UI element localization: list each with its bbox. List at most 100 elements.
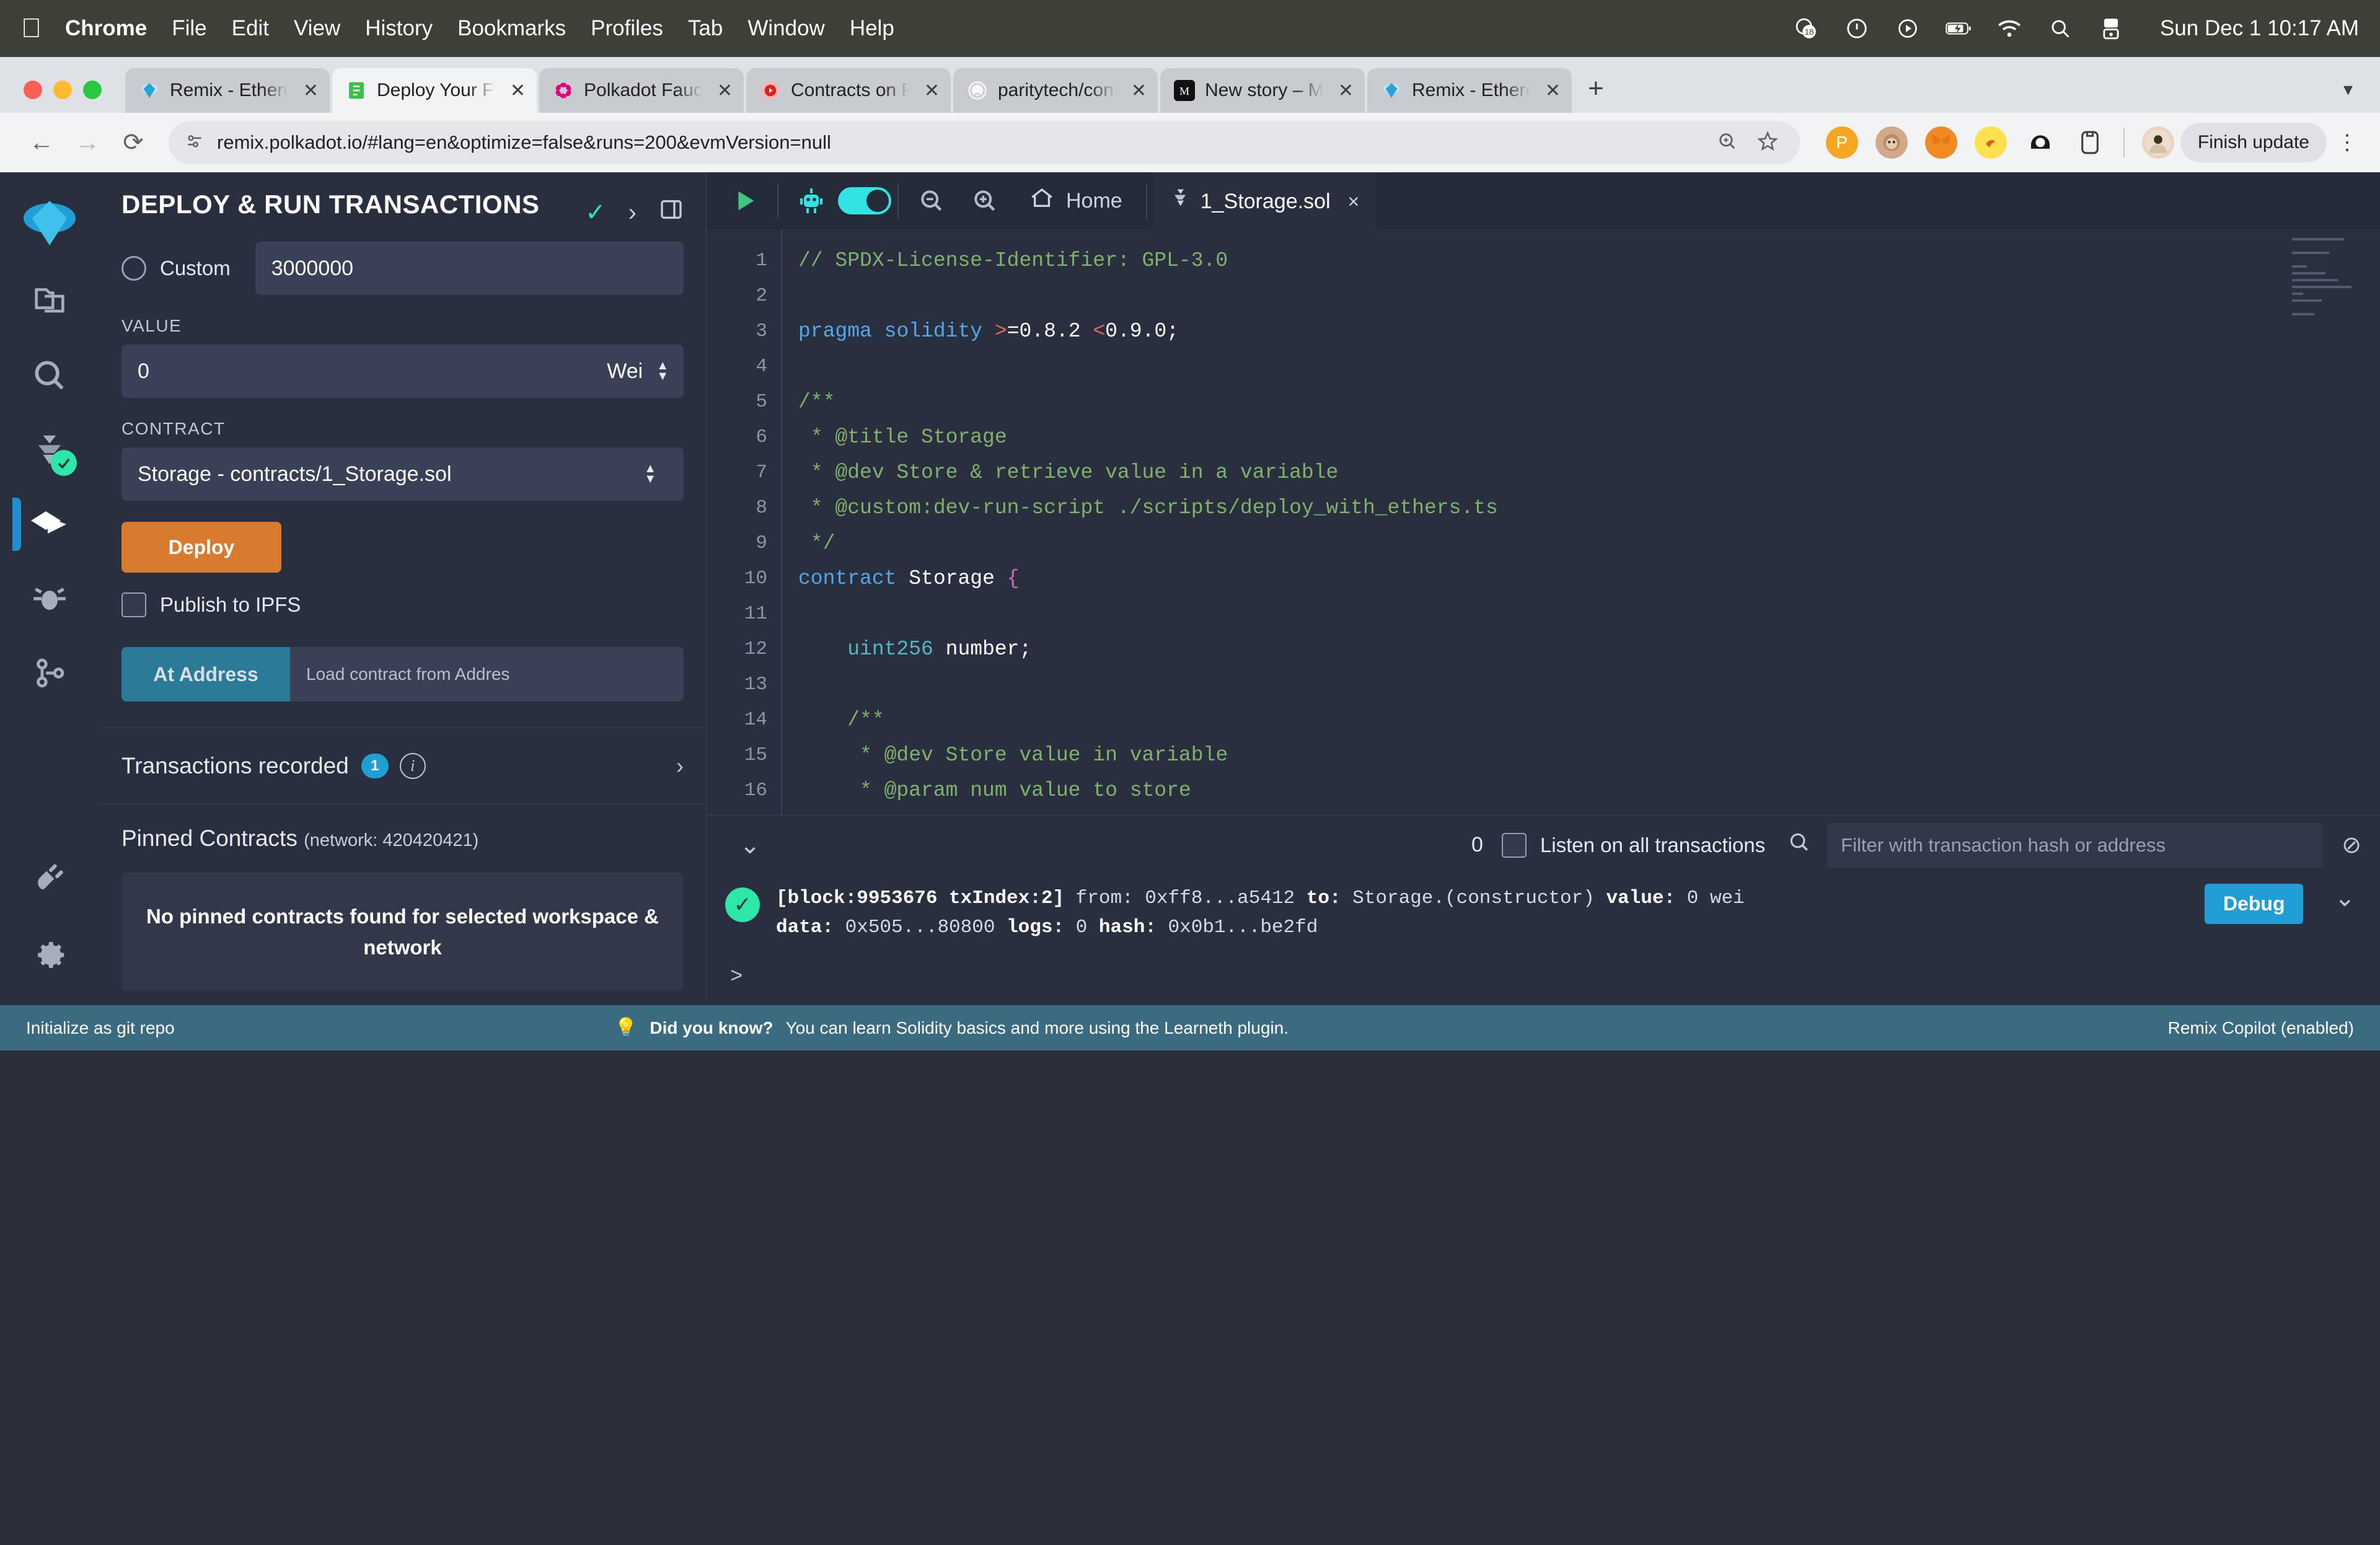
- screen-mirroring-icon[interactable]: [2098, 15, 2124, 42]
- wallet-black-icon[interactable]: [2024, 126, 2056, 159]
- phantom-wallet-icon[interactable]: P: [1825, 126, 1858, 159]
- publish-ipfs-checkbox[interactable]: [121, 592, 146, 617]
- code-line[interactable]: * @dev Store & retrieve value in a varia…: [798, 455, 2380, 490]
- run-script-icon[interactable]: [718, 172, 771, 229]
- solidity-compiler-icon[interactable]: [12, 413, 87, 487]
- spotlight-search-icon[interactable]: [2047, 15, 2073, 42]
- window-minimize-button[interactable]: [53, 81, 72, 99]
- site-settings-icon[interactable]: [183, 130, 206, 156]
- terminal-prompt[interactable]: >: [707, 953, 2380, 1005]
- debugger-icon[interactable]: [12, 561, 87, 636]
- forward-button[interactable]: →: [64, 120, 110, 165]
- menu-file[interactable]: File: [172, 16, 206, 41]
- value-input[interactable]: 0: [121, 345, 596, 398]
- bookmark-star-icon[interactable]: [1756, 130, 1779, 156]
- zoom-icon[interactable]: [1717, 131, 1738, 155]
- close-icon[interactable]: ✕: [298, 80, 319, 102]
- deploy-button[interactable]: Deploy: [121, 522, 281, 573]
- finish-update-button[interactable]: Finish update: [2180, 123, 2327, 162]
- code-line[interactable]: [798, 596, 2380, 632]
- tab-polkadot-faucet[interactable]: Polkadot Faucet ✕: [539, 68, 744, 113]
- battery-charging-icon[interactable]: [1946, 15, 1972, 42]
- code-line[interactable]: */: [798, 808, 2380, 815]
- window-zoom-button[interactable]: [83, 81, 102, 99]
- no-entry-icon[interactable]: ⊘: [2342, 831, 2361, 859]
- code-line[interactable]: contract Storage {: [798, 561, 2380, 596]
- profile-avatar-icon[interactable]: [2141, 126, 2174, 159]
- close-icon[interactable]: ✕: [919, 80, 940, 102]
- menu-history[interactable]: History: [365, 16, 433, 41]
- git-branch-icon[interactable]: [12, 636, 87, 710]
- contract-select[interactable]: Storage - contracts/1_Storage.sol ▲ ▼: [121, 447, 684, 501]
- ai-toggle[interactable]: [838, 172, 891, 229]
- metamask-fox-icon[interactable]: [1924, 126, 1957, 159]
- copilot-status[interactable]: Remix Copilot (enabled): [2168, 1018, 2354, 1038]
- code-line[interactable]: * @param num value to store: [798, 773, 2380, 808]
- at-address-button[interactable]: At Address: [121, 647, 290, 702]
- code-line[interactable]: uint256 number;: [798, 632, 2380, 667]
- editor-minimap[interactable]: [2292, 238, 2366, 343]
- chevron-right-icon[interactable]: ›: [628, 199, 637, 227]
- code-line[interactable]: [798, 349, 2380, 384]
- rabby-wallet-icon[interactable]: [1974, 126, 2007, 159]
- code-line[interactable]: * @dev Store value in variable: [798, 737, 2380, 773]
- tab-contracts-on-polkadot[interactable]: Contracts on Polkad ✕: [746, 68, 951, 113]
- value-unit-select[interactable]: Wei: [596, 345, 650, 398]
- contract-select-stepper[interactable]: ▲ ▼: [638, 462, 671, 485]
- control-center-icon[interactable]: [1844, 15, 1870, 42]
- menu-chrome[interactable]: Chrome: [65, 16, 147, 41]
- search-icon[interactable]: [1787, 830, 1811, 860]
- remix-home-icon[interactable]: [12, 186, 87, 260]
- transactions-recorded-row[interactable]: Transactions recorded 1 i ›: [121, 728, 684, 804]
- back-button[interactable]: ←: [19, 120, 64, 165]
- reload-button[interactable]: ⟳: [110, 120, 156, 165]
- panel-layout-icon[interactable]: [659, 197, 684, 228]
- now-playing-icon[interactable]: [1895, 15, 1921, 42]
- code-line[interactable]: [798, 278, 2380, 314]
- code-line[interactable]: /**: [798, 702, 2380, 737]
- close-icon[interactable]: ✕: [1540, 80, 1561, 102]
- zoom-out-icon[interactable]: [905, 172, 958, 229]
- tab-remix-1[interactable]: Remix - Ethereum ID ✕: [125, 68, 330, 113]
- menu-bookmarks[interactable]: Bookmarks: [457, 16, 566, 41]
- code-line[interactable]: */: [798, 526, 2380, 561]
- close-icon[interactable]: ✕: [1333, 80, 1354, 102]
- pocket-icon[interactable]: [2074, 126, 2106, 159]
- value-unit-stepper[interactable]: ▲ ▼: [650, 345, 684, 398]
- monkey-avatar-icon[interactable]: [1875, 126, 1908, 159]
- code-line[interactable]: /**: [798, 384, 2380, 420]
- code-line[interactable]: pragma solidity >=0.8.2 <0.9.0;: [798, 314, 2380, 349]
- settings-gear-icon[interactable]: [12, 916, 87, 990]
- menu-edit[interactable]: Edit: [232, 16, 269, 41]
- zoom-in-icon[interactable]: [958, 172, 1011, 229]
- transaction-filter-input[interactable]: Filter with transaction hash or address: [1827, 822, 2324, 868]
- menu-window[interactable]: Window: [747, 16, 824, 41]
- custom-gas-radio[interactable]: [121, 256, 146, 281]
- tab-deploy-first-contract[interactable]: Deploy Your First Co ✕: [332, 68, 537, 113]
- gas-limit-input[interactable]: 3000000: [255, 242, 684, 295]
- kebab-menu-icon[interactable]: ⋮: [2327, 130, 2361, 155]
- menu-view[interactable]: View: [294, 16, 340, 41]
- debug-button[interactable]: Debug: [2204, 883, 2304, 924]
- chevrons-down-icon[interactable]: ⌄: [725, 831, 775, 860]
- code-line[interactable]: [798, 667, 2380, 702]
- tab-remix-2[interactable]: Remix - Ethereum ID ✕: [1367, 68, 1572, 113]
- tab-paritytech-contracts[interactable]: paritytech/contracts ✕: [953, 68, 1158, 113]
- apple-icon[interactable]: : [21, 15, 42, 42]
- file-tab-1-storage-sol[interactable]: 1_Storage.sol ×: [1153, 172, 1377, 229]
- remix-ai-robot-icon[interactable]: [785, 172, 838, 229]
- check-icon[interactable]: ✓: [585, 198, 606, 227]
- file-explorer-icon[interactable]: [12, 264, 87, 338]
- window-controls[interactable]: [24, 81, 102, 99]
- close-icon[interactable]: ✕: [1126, 80, 1147, 102]
- listen-all-transactions-checkbox[interactable]: [1501, 832, 1527, 858]
- menu-profiles[interactable]: Profiles: [591, 16, 663, 41]
- home-tab[interactable]: Home: [1011, 185, 1140, 217]
- tab-search-chevron-icon[interactable]: ▾: [2343, 79, 2368, 113]
- deploy-run-icon[interactable]: [12, 487, 87, 561]
- close-icon[interactable]: ✕: [505, 80, 526, 102]
- wifi-icon[interactable]: [1996, 15, 2022, 42]
- tab-new-story-medium[interactable]: M New story – Medium ✕: [1160, 68, 1365, 113]
- calendar-badge-icon[interactable]: 18: [1793, 15, 1819, 42]
- close-icon[interactable]: ×: [1348, 190, 1360, 213]
